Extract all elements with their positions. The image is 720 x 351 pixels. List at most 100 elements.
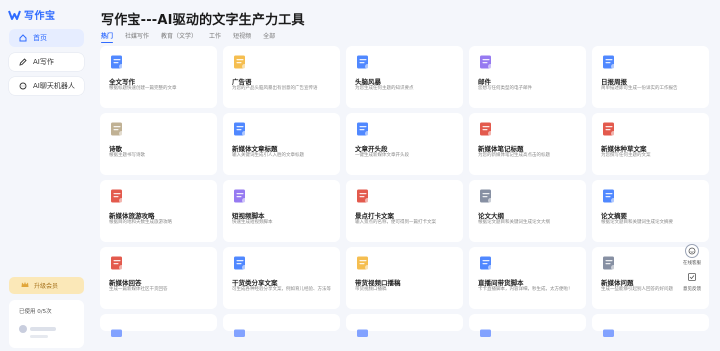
template-card[interactable]: 广告语 为您的产品头脑风暴出有创意的广告宣传语	[223, 46, 340, 108]
card-description: 生成一篇新媒体社区干货回答	[109, 287, 168, 292]
template-card[interactable]: 新媒体回答 生成一篇新媒体社区干货回答	[100, 247, 217, 309]
card-description: 快速生成短视频脚本	[232, 220, 273, 225]
template-card[interactable]	[592, 314, 709, 337]
question-gray-icon	[601, 255, 617, 271]
feedback-label: 意见反馈	[683, 287, 701, 292]
document-blue-icon	[232, 121, 248, 137]
tab-hot[interactable]: 热门	[101, 31, 114, 43]
grid-blue-icon	[355, 54, 371, 70]
live-blue-icon	[478, 255, 494, 271]
tab-all[interactable]: 全部	[263, 31, 275, 40]
sidebar-item-label: AI聊天机器人	[33, 82, 75, 90]
card-description: 为您撰写任何主题的文案	[601, 153, 651, 158]
template-card[interactable]	[100, 314, 217, 337]
card-description: 根据论文题目和关键词生成论文大纲	[478, 220, 550, 225]
feedback-button[interactable]: 意见反馈	[678, 270, 706, 292]
template-card[interactable]: 短视频脚本 快速生成短视频脚本	[223, 180, 340, 242]
template-card[interactable]: 干货类分享文案 可生成各种经验分享文案，例如育儿经验、方法等	[223, 247, 340, 309]
upgrade-button[interactable]: 升级会员	[9, 277, 84, 294]
template-card[interactable]: 直播间带货脚本 卡卡直播脚本，内容详细，秒生成，太方便啦！	[469, 247, 586, 309]
template-card[interactable]: 诗歌 根据主题书写诗歌	[100, 113, 217, 175]
username-redacted	[30, 327, 56, 331]
sidebar: 写作宝 首页 AI写作 AI聊天机器人 升级会员 已使用 0/5次	[0, 0, 92, 351]
card-description: 输入景点的名称，便可得到一篇打卡文案	[355, 220, 436, 225]
template-card[interactable]: 景点打卡文案 输入景点的名称，便可得到一篇打卡文案	[346, 180, 463, 242]
paper-gray-icon	[478, 188, 494, 204]
book-red-icon	[478, 121, 494, 137]
logo-text: 写作宝	[24, 11, 56, 22]
template-card[interactable]: 新媒体文章标题 输入关键词生成引人入胜的文章标题	[223, 113, 340, 175]
book-red-icon	[601, 121, 617, 137]
template-card[interactable]: 新媒体笔记标题 为您的新媒体笔记生成高点击的标题	[469, 113, 586, 175]
template-card[interactable]: 论文摘要 根据论文题目和关键词生成论文摘要	[592, 180, 709, 242]
card-description: 输入关键词生成引人入胜的文章标题	[232, 153, 304, 158]
crown-icon	[21, 281, 29, 290]
feedback-icon	[685, 270, 699, 284]
pen-icon	[18, 58, 27, 67]
hashtag-red-icon	[109, 255, 125, 271]
scroll-icon	[109, 121, 125, 137]
logo[interactable]: 写作宝	[8, 7, 56, 22]
book-red-icon	[109, 188, 125, 204]
card-description: 带货视频口播稿	[355, 287, 387, 292]
template-card[interactable]: 邮件 您想写任何类型的电子邮件	[469, 46, 586, 108]
card-icon	[355, 322, 371, 338]
sidebar-item-home[interactable]: 首页	[9, 29, 84, 47]
card-description: 为您的产品头脑风暴出有创意的广告宣传语	[232, 86, 318, 91]
template-card[interactable]: 带货视频口播稿 带货视频口播稿	[346, 247, 463, 309]
card-description: 简单描述即可生成一份详实的工作报告	[601, 86, 678, 91]
avatar	[19, 325, 27, 333]
category-tabs: 热门 社媒写作 教育（文学） 工作 短视频 全部	[101, 31, 287, 43]
usage-panel: 已使用 0/5次	[9, 300, 84, 348]
report-blue-icon	[601, 54, 617, 70]
book-blue-icon	[355, 121, 371, 137]
card-icon	[232, 322, 248, 338]
card-description: 根据标题快速创建一篇完整的文章	[109, 86, 177, 91]
card-description: 根据目的地和天数生成旅游攻略	[109, 220, 172, 225]
card-icon	[478, 322, 494, 338]
template-card[interactable]: 文章开头段 一键生成新媒体文章开头段	[346, 113, 463, 175]
share-blue-icon	[232, 255, 248, 271]
tab-education[interactable]: 教育（文学）	[161, 31, 197, 40]
template-card[interactable]: 新媒体旅游攻略 根据目的地和天数生成旅游攻略	[100, 180, 217, 242]
document-blue-icon	[109, 54, 125, 70]
support-icon	[685, 244, 699, 258]
usage-text: 已使用 0/5次	[19, 309, 52, 315]
template-card[interactable]: 新媒体种草文案 为您撰写任何主题的文案	[592, 113, 709, 175]
folder-yellow-icon	[232, 54, 248, 70]
card-description: 卡卡直播脚本，内容详细，秒生成，太方便啦！	[478, 287, 573, 292]
card-icon	[109, 322, 125, 338]
user-id-redacted	[30, 335, 48, 338]
support-button[interactable]: 在线客服	[678, 244, 706, 266]
card-description: 您想写任何类型的电子邮件	[478, 86, 532, 91]
tab-work[interactable]: 工作	[209, 31, 221, 40]
template-card[interactable]	[469, 314, 586, 337]
support-label: 在线客服	[683, 261, 701, 266]
mail-purple-icon	[478, 54, 494, 70]
card-description: 可生成各种经验分享文案，例如育儿经验、方法等	[232, 287, 331, 292]
book-red-icon	[355, 188, 371, 204]
sidebar-item-label: 首页	[33, 34, 47, 42]
sidebar-item-ai-chatbot[interactable]: AI聊天机器人	[9, 77, 84, 95]
card-description: 根据主题书写诗歌	[109, 153, 145, 158]
template-card[interactable]	[223, 314, 340, 337]
template-card[interactable]: 日报周报 简单描述即可生成一份详实的工作报告	[592, 46, 709, 108]
card-description: 为您生成任何主题的知识要点	[355, 86, 414, 91]
card-description: 根据论文题目和关键词生成论文摘要	[601, 220, 673, 225]
card-description: 一键生成新媒体文章开头段	[355, 153, 409, 158]
logo-icon	[8, 10, 21, 20]
template-card[interactable]: 全文写作 根据标题快速创建一篇完整的文章	[100, 46, 217, 108]
template-card[interactable]: 头脑风暴 为您生成任何主题的知识要点	[346, 46, 463, 108]
sidebar-item-ai-writing[interactable]: AI写作	[9, 53, 84, 71]
home-icon	[18, 34, 27, 43]
template-card[interactable]	[346, 314, 463, 337]
tab-social-writing[interactable]: 社媒写作	[125, 31, 149, 40]
page-title: 写作宝---AI驱动的文字生产力工具	[101, 13, 305, 28]
bag-yellow-icon	[355, 255, 371, 271]
user-profile[interactable]	[19, 325, 74, 333]
chat-icon	[18, 82, 27, 91]
upgrade-label: 升级会员	[34, 283, 59, 290]
sidebar-item-label: AI写作	[33, 58, 54, 66]
template-card[interactable]: 论文大纲 根据论文题目和关键词生成论文大纲	[469, 180, 586, 242]
tab-short-video[interactable]: 短视频	[233, 31, 251, 40]
